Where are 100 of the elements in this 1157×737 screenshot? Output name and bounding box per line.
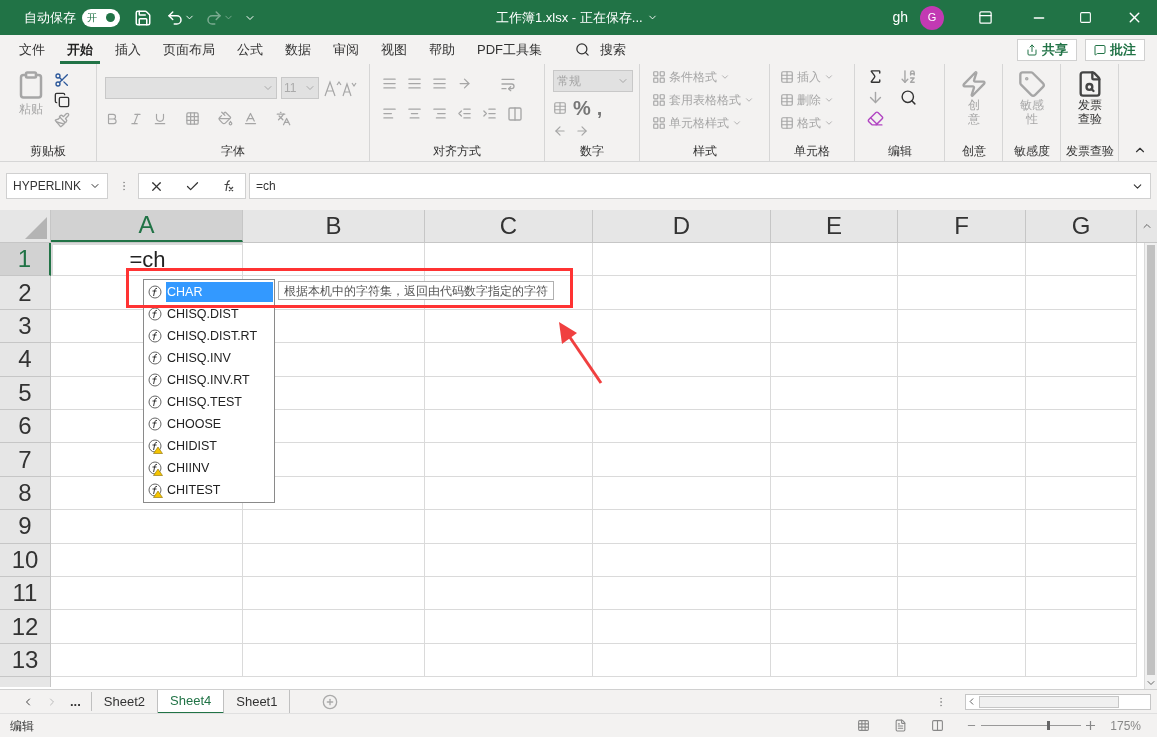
scroll-thumb[interactable] [1147, 245, 1155, 675]
grid-cell[interactable] [898, 443, 1026, 477]
row-header[interactable]: 11 [0, 576, 51, 611]
grid-cell[interactable] [425, 476, 593, 511]
grid-cell[interactable] [1026, 309, 1137, 344]
grid-cell[interactable] [771, 610, 898, 644]
ribbon-tab[interactable]: 开始 [60, 35, 100, 64]
top-align-icon[interactable] [382, 76, 397, 92]
row-header[interactable]: 3 [0, 309, 51, 344]
page-break-icon[interactable] [931, 719, 945, 732]
grid-cell[interactable] [425, 343, 593, 377]
row-header[interactable]: 13 [0, 643, 51, 678]
grid-cell[interactable] [425, 409, 593, 444]
ribbon-display-icon[interactable] [978, 10, 993, 25]
grid-cell[interactable]: =ch [51, 243, 243, 277]
grid-cell[interactable] [898, 243, 1026, 277]
grid-cell[interactable] [771, 643, 898, 678]
grid-cell[interactable] [771, 576, 898, 611]
column-header[interactable]: F [898, 210, 1026, 242]
grid-cell[interactable] [771, 276, 898, 310]
grid-cell[interactable] [425, 243, 593, 277]
cell-text[interactable]: =ch [129, 249, 166, 272]
row-header[interactable]: 1 [0, 243, 51, 277]
grid-cell[interactable] [51, 610, 243, 644]
row-header[interactable]: 2 [0, 276, 51, 310]
grid-cell[interactable] [898, 309, 1026, 344]
grid-cell[interactable] [593, 343, 771, 377]
grid-cell[interactable] [593, 409, 771, 444]
row-header[interactable]: 5 [0, 376, 51, 410]
number-style-button[interactable]: % [573, 98, 591, 118]
autosave-toggle[interactable]: 开 [82, 8, 120, 27]
search-icon[interactable] [900, 89, 917, 106]
middle-align-icon[interactable] [407, 76, 422, 92]
ribbon-tab[interactable]: 页面布局 [156, 35, 222, 64]
sensitivity-icon[interactable] [1017, 70, 1046, 98]
grid-cell[interactable] [771, 376, 898, 410]
ribbon-tab[interactable]: 视图 [374, 35, 414, 64]
cut-icon[interactable] [54, 72, 70, 88]
column-header[interactable]: E [771, 210, 898, 242]
merge-icon[interactable] [507, 106, 523, 122]
autocomplete-item[interactable]: CHISQ.DIST [144, 303, 274, 325]
fill-color-icon[interactable] [218, 111, 233, 126]
grid-cell[interactable] [593, 543, 771, 577]
grid-cell[interactable] [593, 610, 771, 644]
grid-cell[interactable] [51, 643, 243, 678]
grid-cell[interactable] [425, 576, 593, 611]
grid-cell[interactable] [1026, 409, 1137, 444]
phonetic-icon[interactable] [276, 111, 291, 126]
grid-cell[interactable] [771, 243, 898, 277]
column-header[interactable]: D [593, 210, 771, 242]
grid-cell[interactable] [1026, 376, 1137, 410]
zoom-in-icon[interactable] [1085, 720, 1097, 731]
vertical-scrollbar[interactable] [1144, 243, 1157, 689]
zoom-slider-thumb[interactable] [1047, 721, 1051, 730]
search-label[interactable]: 搜索 [600, 39, 626, 60]
name-box[interactable]: HYPERLINK [6, 173, 108, 199]
decrease-indent-icon[interactable] [457, 106, 472, 122]
grid-cell[interactable] [1026, 610, 1137, 644]
grid-cell[interactable] [898, 476, 1026, 511]
row-header[interactable]: 7 [0, 443, 51, 477]
grid-cell[interactable] [593, 443, 771, 477]
row-header[interactable]: 4 [0, 343, 51, 377]
ideas-icon[interactable] [959, 70, 988, 98]
ribbon-tab[interactable]: 文件 [12, 35, 52, 64]
grid-cell[interactable] [898, 276, 1026, 310]
grid-cell[interactable] [243, 610, 425, 644]
ribbon-tab[interactable]: 帮助 [422, 35, 462, 64]
grid-cell[interactable] [898, 409, 1026, 444]
wrap-text-icon[interactable] [500, 76, 516, 92]
grid-cell[interactable] [898, 643, 1026, 678]
ribbon-tab[interactable]: 插入 [108, 35, 148, 64]
scroll-thumb[interactable] [979, 695, 1119, 708]
grid-cell[interactable] [425, 510, 593, 544]
grid-cell[interactable] [593, 643, 771, 678]
grid-cell[interactable] [425, 643, 593, 678]
column-header[interactable]: A [51, 210, 243, 242]
font-name-field[interactable] [105, 77, 277, 99]
grid-cell[interactable] [51, 576, 243, 611]
grid-cell[interactable] [771, 443, 898, 477]
column-header[interactable]: G [1026, 210, 1137, 242]
align-center-icon[interactable] [407, 106, 422, 122]
grid-cell[interactable] [898, 343, 1026, 377]
grid-cell[interactable] [1026, 510, 1137, 544]
grid-cell[interactable] [51, 543, 243, 577]
row-header[interactable]: 8 [0, 476, 51, 511]
undo-icon[interactable] [166, 8, 184, 27]
grid-cell[interactable] [593, 309, 771, 344]
grid-cell[interactable] [1026, 276, 1137, 310]
align-left-icon[interactable] [382, 106, 397, 122]
grid-cell[interactable] [1026, 476, 1137, 511]
grid-cell[interactable] [243, 510, 425, 544]
column-header[interactable]: B [243, 210, 425, 242]
grid-cell[interactable] [898, 376, 1026, 410]
italic-icon[interactable] [129, 111, 143, 126]
autocomplete-item[interactable]: CHISQ.INV.RT [144, 369, 274, 391]
row-header[interactable]: 9 [0, 510, 51, 544]
grid-cell[interactable] [425, 610, 593, 644]
font-grow-icon[interactable] [323, 79, 357, 97]
autocomplete-item[interactable]: CHIDIST [144, 435, 274, 457]
bottom-align-icon[interactable] [432, 76, 447, 92]
